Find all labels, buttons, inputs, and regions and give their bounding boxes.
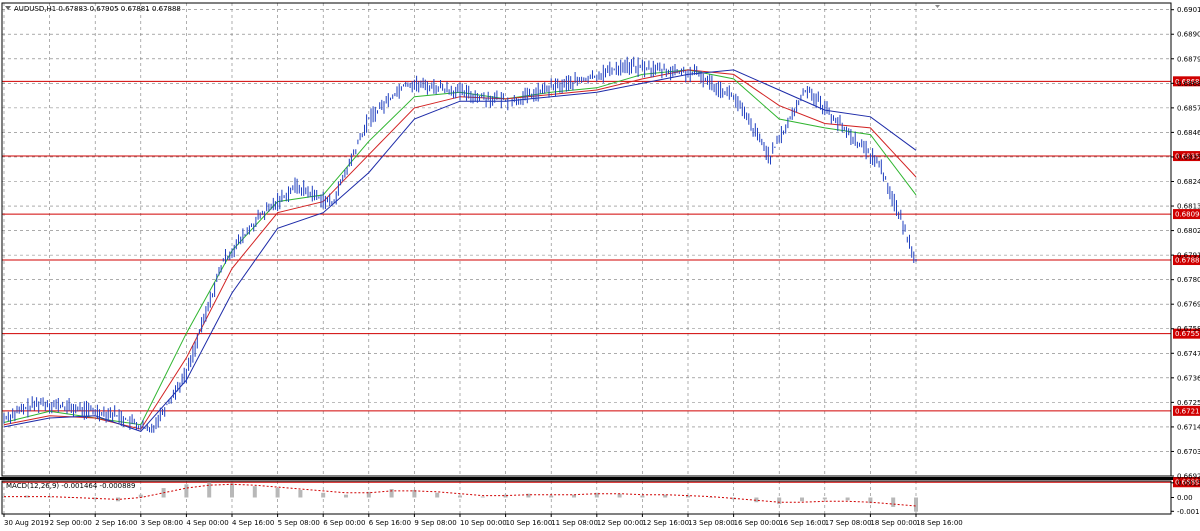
macd-hist-bar (617, 493, 622, 498)
macd-hist-bar (275, 488, 280, 498)
macd-hist-bar (480, 496, 485, 498)
macd-y-tick-label: 0.001559 (1177, 479, 1200, 487)
y-tick-label: 0.67580 (1177, 325, 1200, 333)
macd-hist-bar (389, 489, 394, 498)
y-tick-label: 0.67470 (1177, 350, 1200, 358)
macd-hist-bar (822, 497, 827, 500)
macd-hist-bar (321, 492, 326, 498)
x-tick-label: 18 Sep 16:00 (916, 519, 963, 527)
symbol-title: AUDUSD,H1 0.67883 0.67905 0.67881 0.6788… (14, 5, 181, 13)
macd-hist-bar (184, 484, 189, 498)
y-tick-label: 0.68900 (1177, 31, 1200, 39)
x-tick-label: 4 Sep 16:00 (232, 519, 274, 527)
x-tick-label: 10 Sep 00:00 (460, 519, 507, 527)
macd-label: MACD(12,26,9) -0.001464 -0.000889 (6, 482, 135, 490)
level-label: 0.67212 (1175, 407, 1200, 415)
y-tick-label: 0.68790 (1177, 55, 1200, 63)
y-tick-label: 0.67910 (1177, 252, 1200, 260)
macd-hist-bar (252, 486, 257, 498)
x-tick-label: 30 Aug 2019 (4, 519, 49, 527)
x-tick-label: 9 Sep 08:00 (414, 519, 456, 527)
macd-y-tick-label: 0.00 (1177, 494, 1193, 502)
y-tick-label: 0.67030 (1177, 448, 1200, 456)
macd-hist-bar (458, 495, 462, 498)
y-tick-label: 0.67140 (1177, 423, 1200, 431)
x-tick-label: 10 Sep 16:00 (506, 519, 553, 527)
y-tick-label: 0.68680 (1177, 80, 1200, 88)
price-chart[interactable]: 0.686890.683540.680940.678880.675580.672… (0, 0, 1200, 531)
y-tick-label: 0.67690 (1177, 301, 1200, 309)
x-tick-label: 5 Sep 08:00 (278, 519, 320, 527)
x-tick-label: 16 Sep 16:00 (779, 519, 826, 527)
x-tick-label: 17 Sep 08:00 (825, 519, 872, 527)
y-tick-label: 0.68130 (1177, 203, 1200, 211)
y-tick-label: 0.69010 (1177, 6, 1200, 14)
x-tick-label: 11 Sep 08:00 (551, 519, 598, 527)
x-tick-label: 6 Sep 16:00 (369, 519, 411, 527)
x-tick-label: 4 Sep 00:00 (186, 519, 228, 527)
y-tick-label: 0.68020 (1177, 227, 1200, 235)
macd-hist-bar (344, 494, 348, 498)
level-label: 0.68094 (1175, 211, 1200, 219)
macd-hist-bar (777, 497, 782, 505)
x-tick-label: 12 Sep 16:00 (642, 519, 689, 527)
macd-hist-bar (549, 495, 554, 498)
x-tick-label: 12 Sep 00:00 (597, 519, 644, 527)
macd-hist-bar (800, 497, 804, 502)
y-tick-label: 0.68570 (1177, 104, 1200, 112)
macd-y-tick-label: -0.001464 (1177, 508, 1200, 516)
macd-hist-bar (914, 497, 918, 512)
y-tick-label: 0.67360 (1177, 374, 1200, 382)
x-tick-label: 16 Sep 00:00 (734, 519, 781, 527)
macd-hist-bar (708, 497, 713, 498)
chart-background (0, 0, 1200, 531)
macd-hist-bar (298, 489, 303, 498)
x-tick-label: 18 Sep 00:00 (870, 519, 917, 527)
x-tick-label: 2 Sep 16:00 (95, 519, 137, 527)
macd-hist-bar (207, 482, 212, 498)
y-tick-label: 0.67250 (1177, 399, 1200, 407)
y-tick-label: 0.68460 (1177, 129, 1200, 137)
y-tick-label: 0.68350 (1177, 153, 1200, 161)
macd-hist-bar (230, 483, 234, 498)
x-tick-label: 3 Sep 08:00 (141, 519, 183, 527)
x-tick-label: 6 Sep 00:00 (323, 519, 365, 527)
macd-hist-bar (891, 497, 896, 507)
y-tick-label: 0.67800 (1177, 276, 1200, 284)
x-tick-label: 13 Sep 08:00 (688, 519, 735, 527)
y-tick-label: 0.68240 (1177, 178, 1200, 186)
macd-hist-bar (845, 497, 850, 501)
macd-hist-bar (435, 492, 440, 498)
macd-hist-bar (640, 495, 645, 498)
x-tick-label: 2 Sep 00:00 (50, 519, 92, 527)
